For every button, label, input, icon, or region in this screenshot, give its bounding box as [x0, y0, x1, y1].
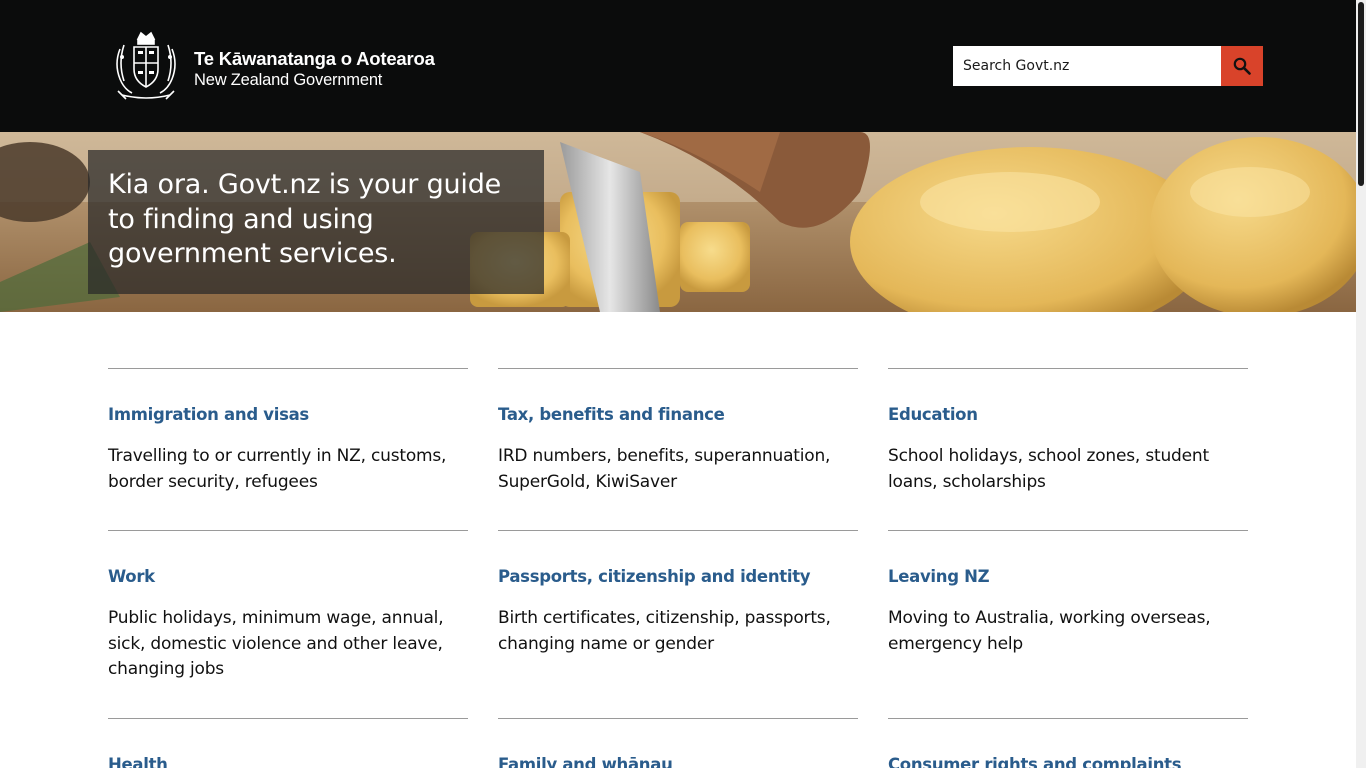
scrollbar-thumb[interactable]	[1358, 2, 1364, 186]
site-header: Te Kāwanatanga o Aotearoa New Zealand Go…	[0, 0, 1356, 132]
topic-description: Birth certificates, citizenship, passpor…	[498, 608, 831, 654]
topic-link-consumer-rights[interactable]: Consumer rights and complaints	[888, 755, 1248, 768]
search-form	[953, 46, 1263, 86]
topic-card: Work Public holidays, minimum wage, annu…	[108, 530, 468, 683]
hero-banner: Kia ora. Govt.nz is your guide to findin…	[0, 132, 1356, 312]
topic-card: Tax, benefits and finance IRD numbers, b…	[498, 368, 858, 495]
topic-card: Family and whānau	[498, 718, 858, 768]
topic-link-work[interactable]: Work	[108, 567, 468, 587]
topic-card: Consumer rights and complaints	[888, 718, 1248, 768]
topic-card: Passports, citizenship and identity Birt…	[498, 530, 858, 657]
topic-link-education[interactable]: Education	[888, 405, 1248, 425]
topic-description: Moving to Australia, working overseas, e…	[888, 608, 1211, 654]
search-button[interactable]	[1221, 46, 1263, 86]
topic-card: Leaving NZ Moving to Australia, working …	[888, 530, 1248, 657]
topic-link-passports[interactable]: Passports, citizenship and identity	[498, 567, 858, 587]
topic-link-family[interactable]: Family and whānau	[498, 755, 858, 768]
topic-description: IRD numbers, benefits, superannuation, S…	[498, 446, 831, 492]
coat-of-arms-icon	[116, 31, 176, 100]
page-scrollbar[interactable]	[1356, 0, 1366, 768]
nz-government-logo[interactable]: Te Kāwanatanga o Aotearoa New Zealand Go…	[108, 29, 438, 102]
topic-card: Education School holidays, school zones,…	[888, 368, 1248, 495]
hero-welcome-text: Kia ora. Govt.nz is your guide to findin…	[108, 169, 502, 269]
logo-wordmark: Te Kāwanatanga o Aotearoa New Zealand Go…	[194, 48, 435, 90]
topic-link-health[interactable]: Health	[108, 755, 468, 768]
search-icon	[1233, 57, 1251, 75]
topic-link-leaving-nz[interactable]: Leaving NZ	[888, 567, 1248, 587]
topic-description: Travelling to or currently in NZ, custom…	[108, 446, 447, 492]
topic-description: School holidays, school zones, student l…	[888, 446, 1209, 492]
logo-english-text: New Zealand Government	[194, 71, 383, 89]
logo-maori-text: Te Kāwanatanga o Aotearoa	[194, 48, 435, 69]
topic-card: Immigration and visas Travelling to or c…	[108, 368, 468, 495]
search-input[interactable]	[953, 46, 1221, 86]
topic-link-immigration[interactable]: Immigration and visas	[108, 405, 468, 425]
topic-description: Public holidays, minimum wage, annual, s…	[108, 608, 444, 679]
topic-card: Health	[108, 718, 468, 768]
hero-welcome-box: Kia ora. Govt.nz is your guide to findin…	[88, 150, 544, 294]
topic-link-tax-benefits[interactable]: Tax, benefits and finance	[498, 405, 858, 425]
